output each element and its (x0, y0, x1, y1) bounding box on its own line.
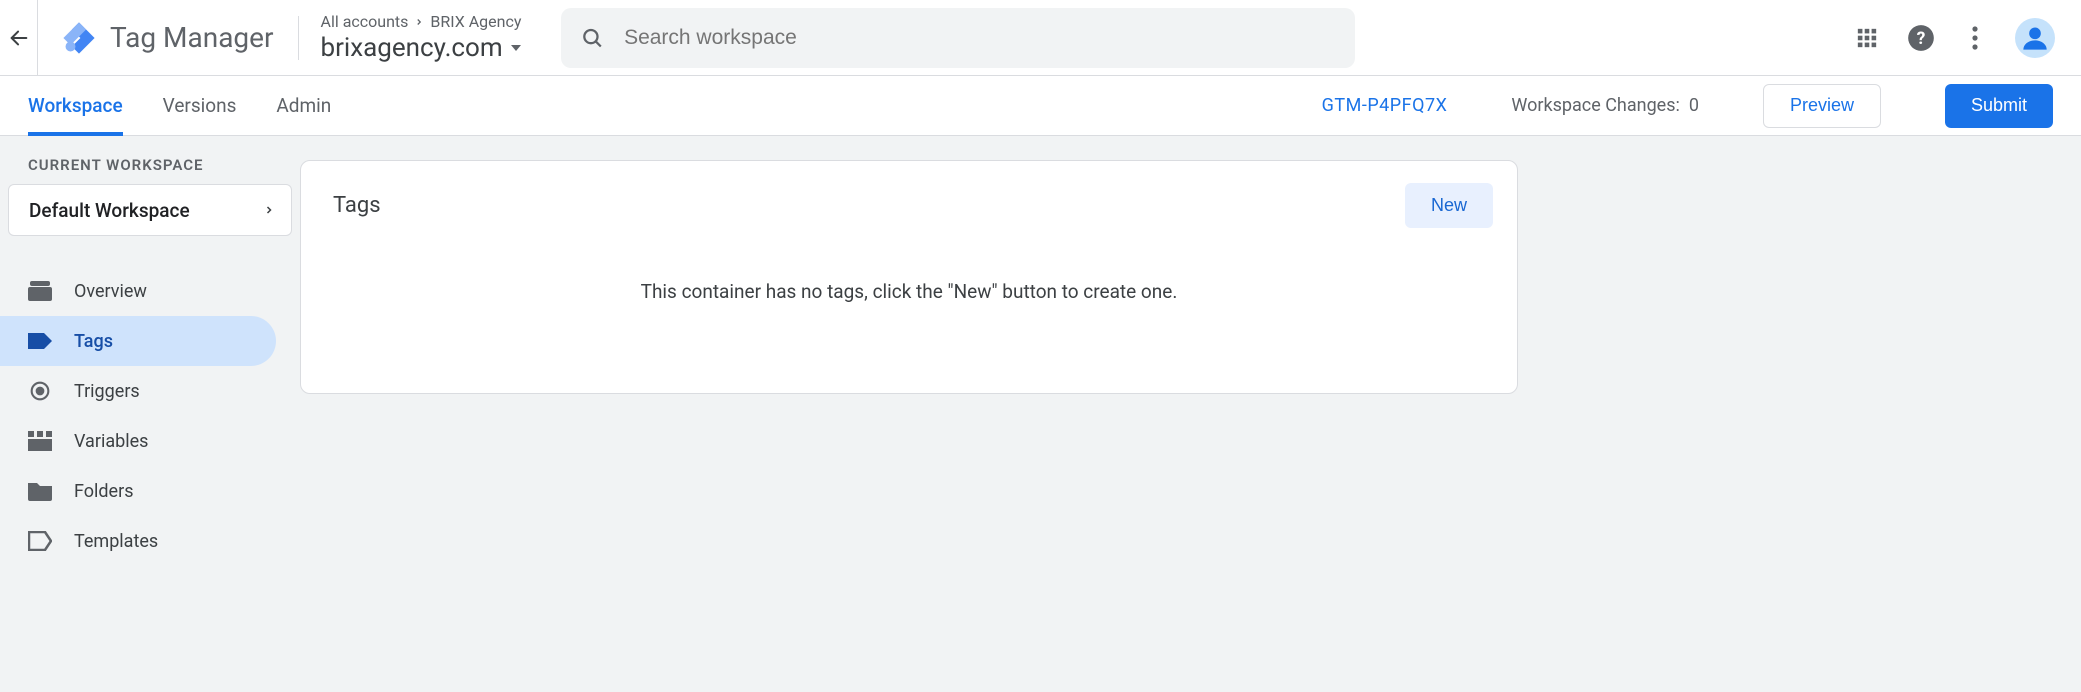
nav-label: Overview (74, 281, 147, 302)
help-button[interactable]: ? (1907, 24, 1935, 52)
person-icon (2021, 24, 2049, 52)
breadcrumb: All accounts BRIX Agency (321, 12, 522, 31)
submit-button[interactable]: Submit (1945, 84, 2053, 128)
search-box[interactable] (561, 8, 1355, 68)
workspace-changes-label: Workspace Changes: (1511, 95, 1679, 116)
preview-button[interactable]: Preview (1763, 84, 1881, 128)
container-name: brixagency.com (321, 33, 503, 63)
tab-workspace[interactable]: Workspace (28, 76, 123, 136)
nav-label: Variables (74, 431, 148, 452)
breadcrumb-root: All accounts (321, 12, 409, 31)
search-icon (581, 26, 604, 50)
nav-label: Triggers (74, 381, 140, 402)
workspace-selector[interactable]: Default Workspace (8, 184, 292, 236)
svg-text:?: ? (1917, 28, 1926, 48)
tags-card: Tags New This container has no tags, cli… (300, 160, 1518, 394)
sidebar: CURRENT WORKSPACE Default Workspace Over… (0, 136, 300, 566)
nav-templates[interactable]: Templates (0, 516, 276, 566)
gtm-logo-icon (62, 21, 96, 55)
overview-icon (28, 281, 52, 301)
chevron-right-icon (414, 17, 424, 27)
workspace-changes: Workspace Changes: 0 (1511, 95, 1699, 116)
nav-label: Tags (74, 331, 113, 352)
trigger-icon (28, 381, 52, 401)
arrow-left-icon (8, 27, 30, 49)
app-title: Tag Manager (110, 21, 274, 54)
header-actions: ? (1853, 18, 2061, 58)
card-title: Tags (333, 193, 381, 218)
account-avatar[interactable] (2015, 18, 2055, 58)
more-button[interactable] (1961, 24, 1989, 52)
variable-icon (28, 431, 52, 451)
body-area: CURRENT WORKSPACE Default Workspace Over… (0, 136, 2081, 566)
container-id[interactable]: GTM-P4PFQ7X (1322, 95, 1448, 116)
workspace-changes-count: 0 (1689, 95, 1699, 116)
workspace-name: Default Workspace (29, 199, 190, 222)
tab-row: Workspace Versions Admin GTM-P4PFQ7X Wor… (0, 76, 2081, 136)
logo-title-block: Tag Manager (38, 21, 298, 55)
empty-state-message: This container has no tags, click the "N… (301, 250, 1517, 303)
tab-versions[interactable]: Versions (163, 76, 237, 136)
tag-icon (28, 331, 52, 351)
tab-admin[interactable]: Admin (276, 76, 331, 136)
account-selector[interactable]: All accounts BRIX Agency brixagency.com (299, 12, 544, 63)
apps-button[interactable] (1853, 24, 1881, 52)
nav-label: Folders (74, 481, 134, 502)
sidebar-nav: Overview Tags Triggers Variables Folders (0, 266, 300, 566)
apps-grid-icon (1856, 27, 1878, 49)
current-workspace-label: CURRENT WORKSPACE (0, 156, 300, 184)
chevron-right-icon (263, 204, 275, 216)
caret-down-icon (511, 43, 521, 53)
search-input[interactable] (624, 26, 1335, 50)
breadcrumb-account: BRIX Agency (430, 12, 521, 31)
main-content: Tags New This container has no tags, cli… (300, 136, 1518, 566)
nav-variables[interactable]: Variables (0, 416, 276, 466)
more-vert-icon (1972, 26, 1978, 50)
nav-folders[interactable]: Folders (0, 466, 276, 516)
folder-icon (28, 481, 52, 501)
help-icon: ? (1907, 24, 1935, 52)
top-header: Tag Manager All accounts BRIX Agency bri… (0, 0, 2081, 76)
nav-overview[interactable]: Overview (0, 266, 276, 316)
back-button[interactable] (0, 0, 38, 76)
nav-triggers[interactable]: Triggers (0, 366, 276, 416)
template-icon (28, 531, 52, 551)
nav-label: Templates (74, 531, 158, 552)
new-tag-button[interactable]: New (1405, 183, 1493, 228)
nav-tags[interactable]: Tags (0, 316, 276, 366)
card-header: Tags New (301, 161, 1517, 250)
